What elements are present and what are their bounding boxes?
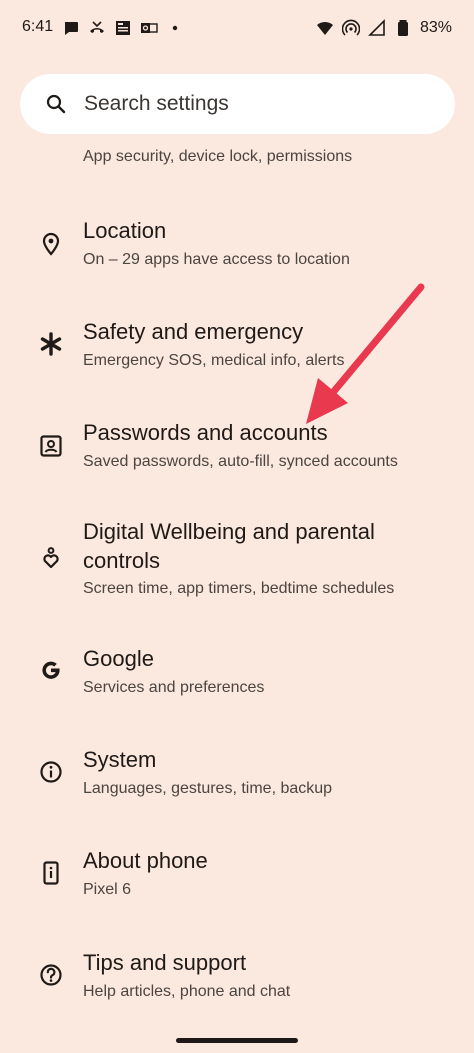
help-circle-icon [38,962,64,988]
item-subtitle: On – 29 apps have access to location [83,251,350,268]
signal-icon [368,19,386,37]
search-icon [44,92,68,116]
notification-icons [62,18,184,38]
google-g-icon [38,657,64,683]
settings-item-tips-support[interactable]: Tips and support Help articles, phone an… [0,948,474,1018]
item-subtitle: Help articles, phone and chat [83,983,291,1000]
item-title: System [83,747,157,772]
battery-percentage: 83% [419,19,452,36]
item-title: Digital Wellbeing and parental controls [83,519,375,573]
item-subtitle: Languages, gestures, time, backup [83,780,333,797]
item-title: Safety and emergency [83,319,304,344]
settings-item-safety-emergency[interactable]: Safety and emergency Emergency SOS, medi… [0,317,474,387]
item-subtitle: Emergency SOS, medical info, alerts [83,352,345,369]
status-bar: 6:41 83% [0,0,474,58]
location-pin-icon [38,231,64,257]
settings-item-passwords-accounts[interactable]: Passwords and accounts Saved passwords, … [0,418,474,488]
chat-bubble-icon [62,19,80,37]
outlook-icon [140,19,158,37]
system-icons: 83% [316,18,452,38]
item-title: Location [83,218,167,243]
item-subtitle: Screen time, app timers, bedtime schedul… [83,580,395,597]
item-title: Tips and support [83,950,247,975]
item-subtitle: Saved passwords, auto-fill, synced accou… [83,453,398,470]
item-subtitle: Pixel 6 [83,881,132,898]
account-box-icon [38,433,64,459]
security-subtitle[interactable]: App security, device lock, permissions [83,148,352,166]
phone-info-icon [38,860,64,886]
settings-item-location[interactable]: Location On – 29 apps have access to loc… [0,216,474,286]
more-dots-icon [166,19,184,37]
settings-item-google[interactable]: Google Services and preferences [0,644,474,714]
info-circle-icon [38,759,64,785]
settings-item-about-phone[interactable]: About phone Pixel 6 [0,846,474,916]
asterisk-icon [38,331,64,357]
missed-call-icon [88,19,106,37]
news-icon [114,19,132,37]
item-title: About phone [83,848,208,873]
settings-item-digital-wellbeing[interactable]: Digital Wellbeing and parental controls … [0,517,474,607]
status-time: 6:41 [22,18,54,35]
wifi-icon [316,19,334,37]
search-settings-bar[interactable]: Search settings [20,74,455,134]
wellbeing-heart-icon [38,545,64,571]
item-subtitle: Services and preferences [83,679,265,696]
settings-item-system[interactable]: System Languages, gestures, time, backup [0,745,474,815]
item-title: Google [83,646,154,671]
battery-icon [394,19,412,37]
hotspot-icon [341,19,360,37]
gesture-nav-handle[interactable] [176,1038,298,1043]
search-placeholder: Search settings [84,92,229,115]
item-title: Passwords and accounts [83,420,328,445]
